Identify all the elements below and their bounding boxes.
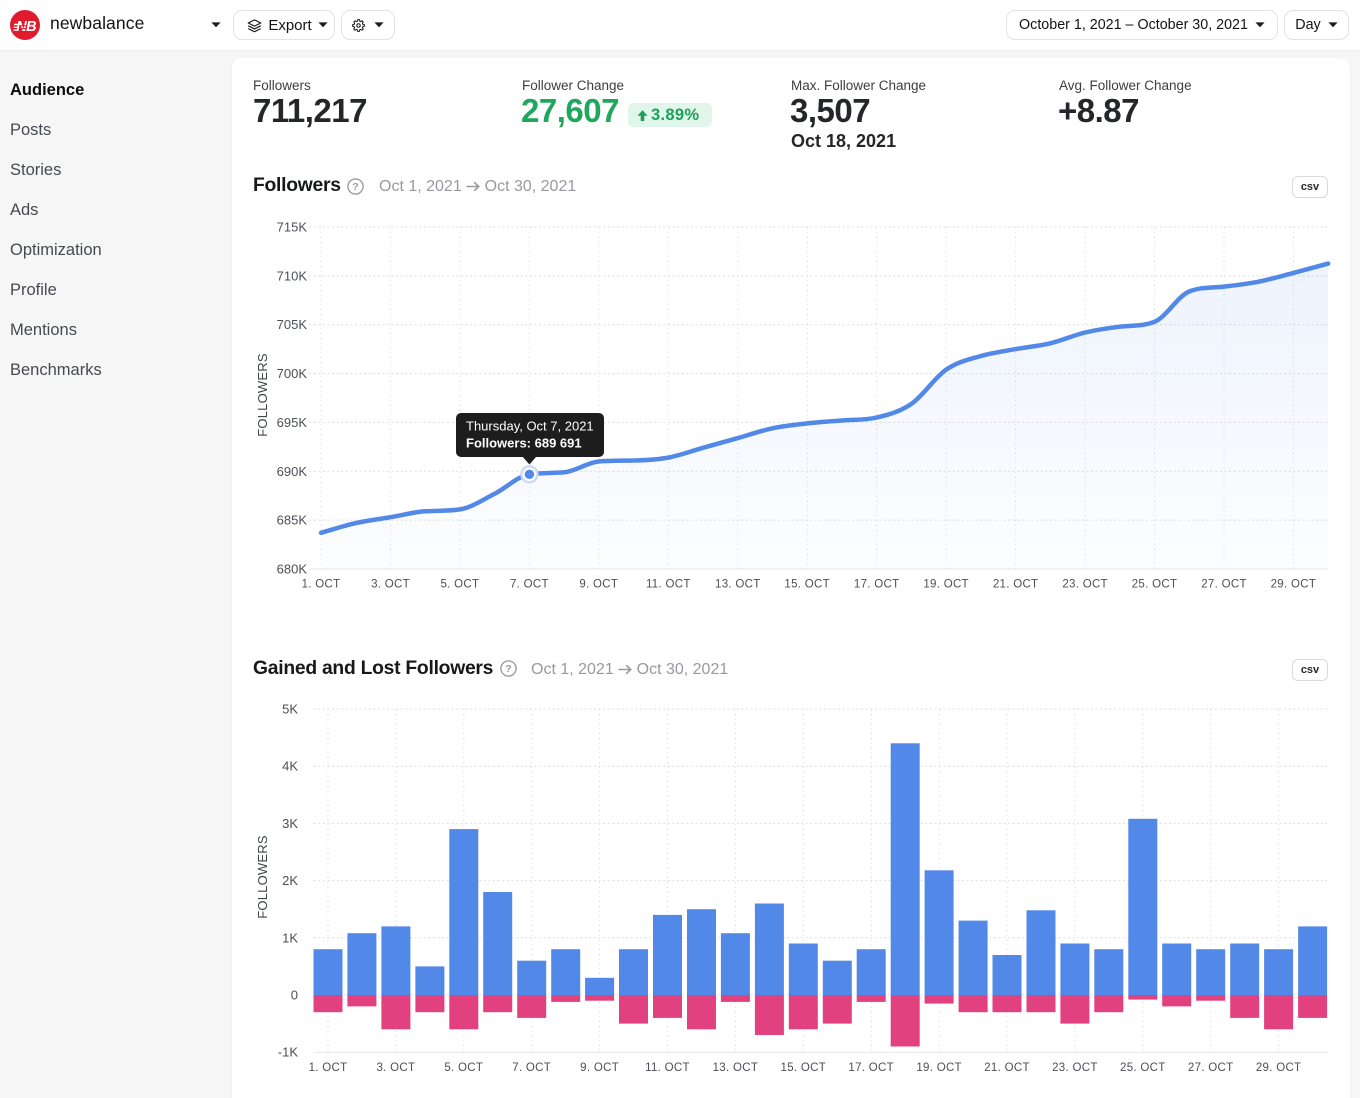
svg-text:3. OCT: 3. OCT [376,1062,415,1074]
svg-text:15. OCT: 15. OCT [781,1062,827,1074]
svg-text:FOLLOWERS: FOLLOWERS [255,353,270,437]
svg-text:19. OCT: 19. OCT [923,579,969,591]
svg-text:17. OCT: 17. OCT [854,579,900,591]
svg-text:29. OCT: 29. OCT [1256,1062,1302,1074]
svg-text:9. OCT: 9. OCT [579,579,618,591]
svg-text:705K: 705K [277,317,308,332]
svg-text:?: ? [505,663,511,675]
svg-text:7. OCT: 7. OCT [512,1062,551,1074]
svg-text:680K: 680K [277,562,308,577]
svg-text:25. OCT: 25. OCT [1120,1062,1166,1074]
svg-text:-1K: -1K [278,1045,299,1060]
svg-text:11. OCT: 11. OCT [646,579,691,591]
svg-text:13. OCT: 13. OCT [715,579,761,591]
svg-text:17. OCT: 17. OCT [848,1062,894,1074]
svg-text:700K: 700K [277,366,308,381]
svg-text:25. OCT: 25. OCT [1132,579,1178,591]
svg-text:5. OCT: 5. OCT [440,579,479,591]
svg-text:?: ? [352,181,358,193]
svg-text:FOLLOWERS: FOLLOWERS [255,835,270,919]
svg-text:5K: 5K [282,702,298,717]
svg-text:710K: 710K [277,268,308,283]
svg-text:21. OCT: 21. OCT [984,1062,1030,1074]
svg-text:3K: 3K [282,816,298,831]
svg-text:1. OCT: 1. OCT [302,579,341,591]
svg-text:695K: 695K [277,415,308,430]
svg-text:3. OCT: 3. OCT [371,579,410,591]
svg-text:21. OCT: 21. OCT [993,579,1039,591]
svg-text:29. OCT: 29. OCT [1271,579,1317,591]
svg-text:4K: 4K [282,759,298,774]
svg-text:Thursday, Oct 7, 2021: Thursday, Oct 7, 2021 [466,419,594,434]
svg-text:690K: 690K [277,464,308,479]
svg-text:715K: 715K [277,220,308,235]
svg-text:27. OCT: 27. OCT [1201,579,1247,591]
svg-text:9. OCT: 9. OCT [580,1062,619,1074]
svg-text:1. OCT: 1. OCT [309,1062,348,1074]
svg-text:Followers: 689 691: Followers: 689 691 [466,436,582,451]
svg-text:13. OCT: 13. OCT [713,1062,759,1074]
svg-text:2K: 2K [282,873,298,888]
svg-text:5. OCT: 5. OCT [444,1062,483,1074]
svg-text:27. OCT: 27. OCT [1188,1062,1234,1074]
svg-text:15. OCT: 15. OCT [784,579,830,591]
svg-text:7. OCT: 7. OCT [510,579,549,591]
svg-text:11. OCT: 11. OCT [645,1062,690,1074]
svg-text:23. OCT: 23. OCT [1052,1062,1098,1074]
svg-text:23. OCT: 23. OCT [1062,579,1108,591]
svg-text:19. OCT: 19. OCT [916,1062,962,1074]
svg-text:685K: 685K [277,513,308,528]
svg-text:0: 0 [291,988,298,1003]
svg-text:1K: 1K [282,930,298,945]
